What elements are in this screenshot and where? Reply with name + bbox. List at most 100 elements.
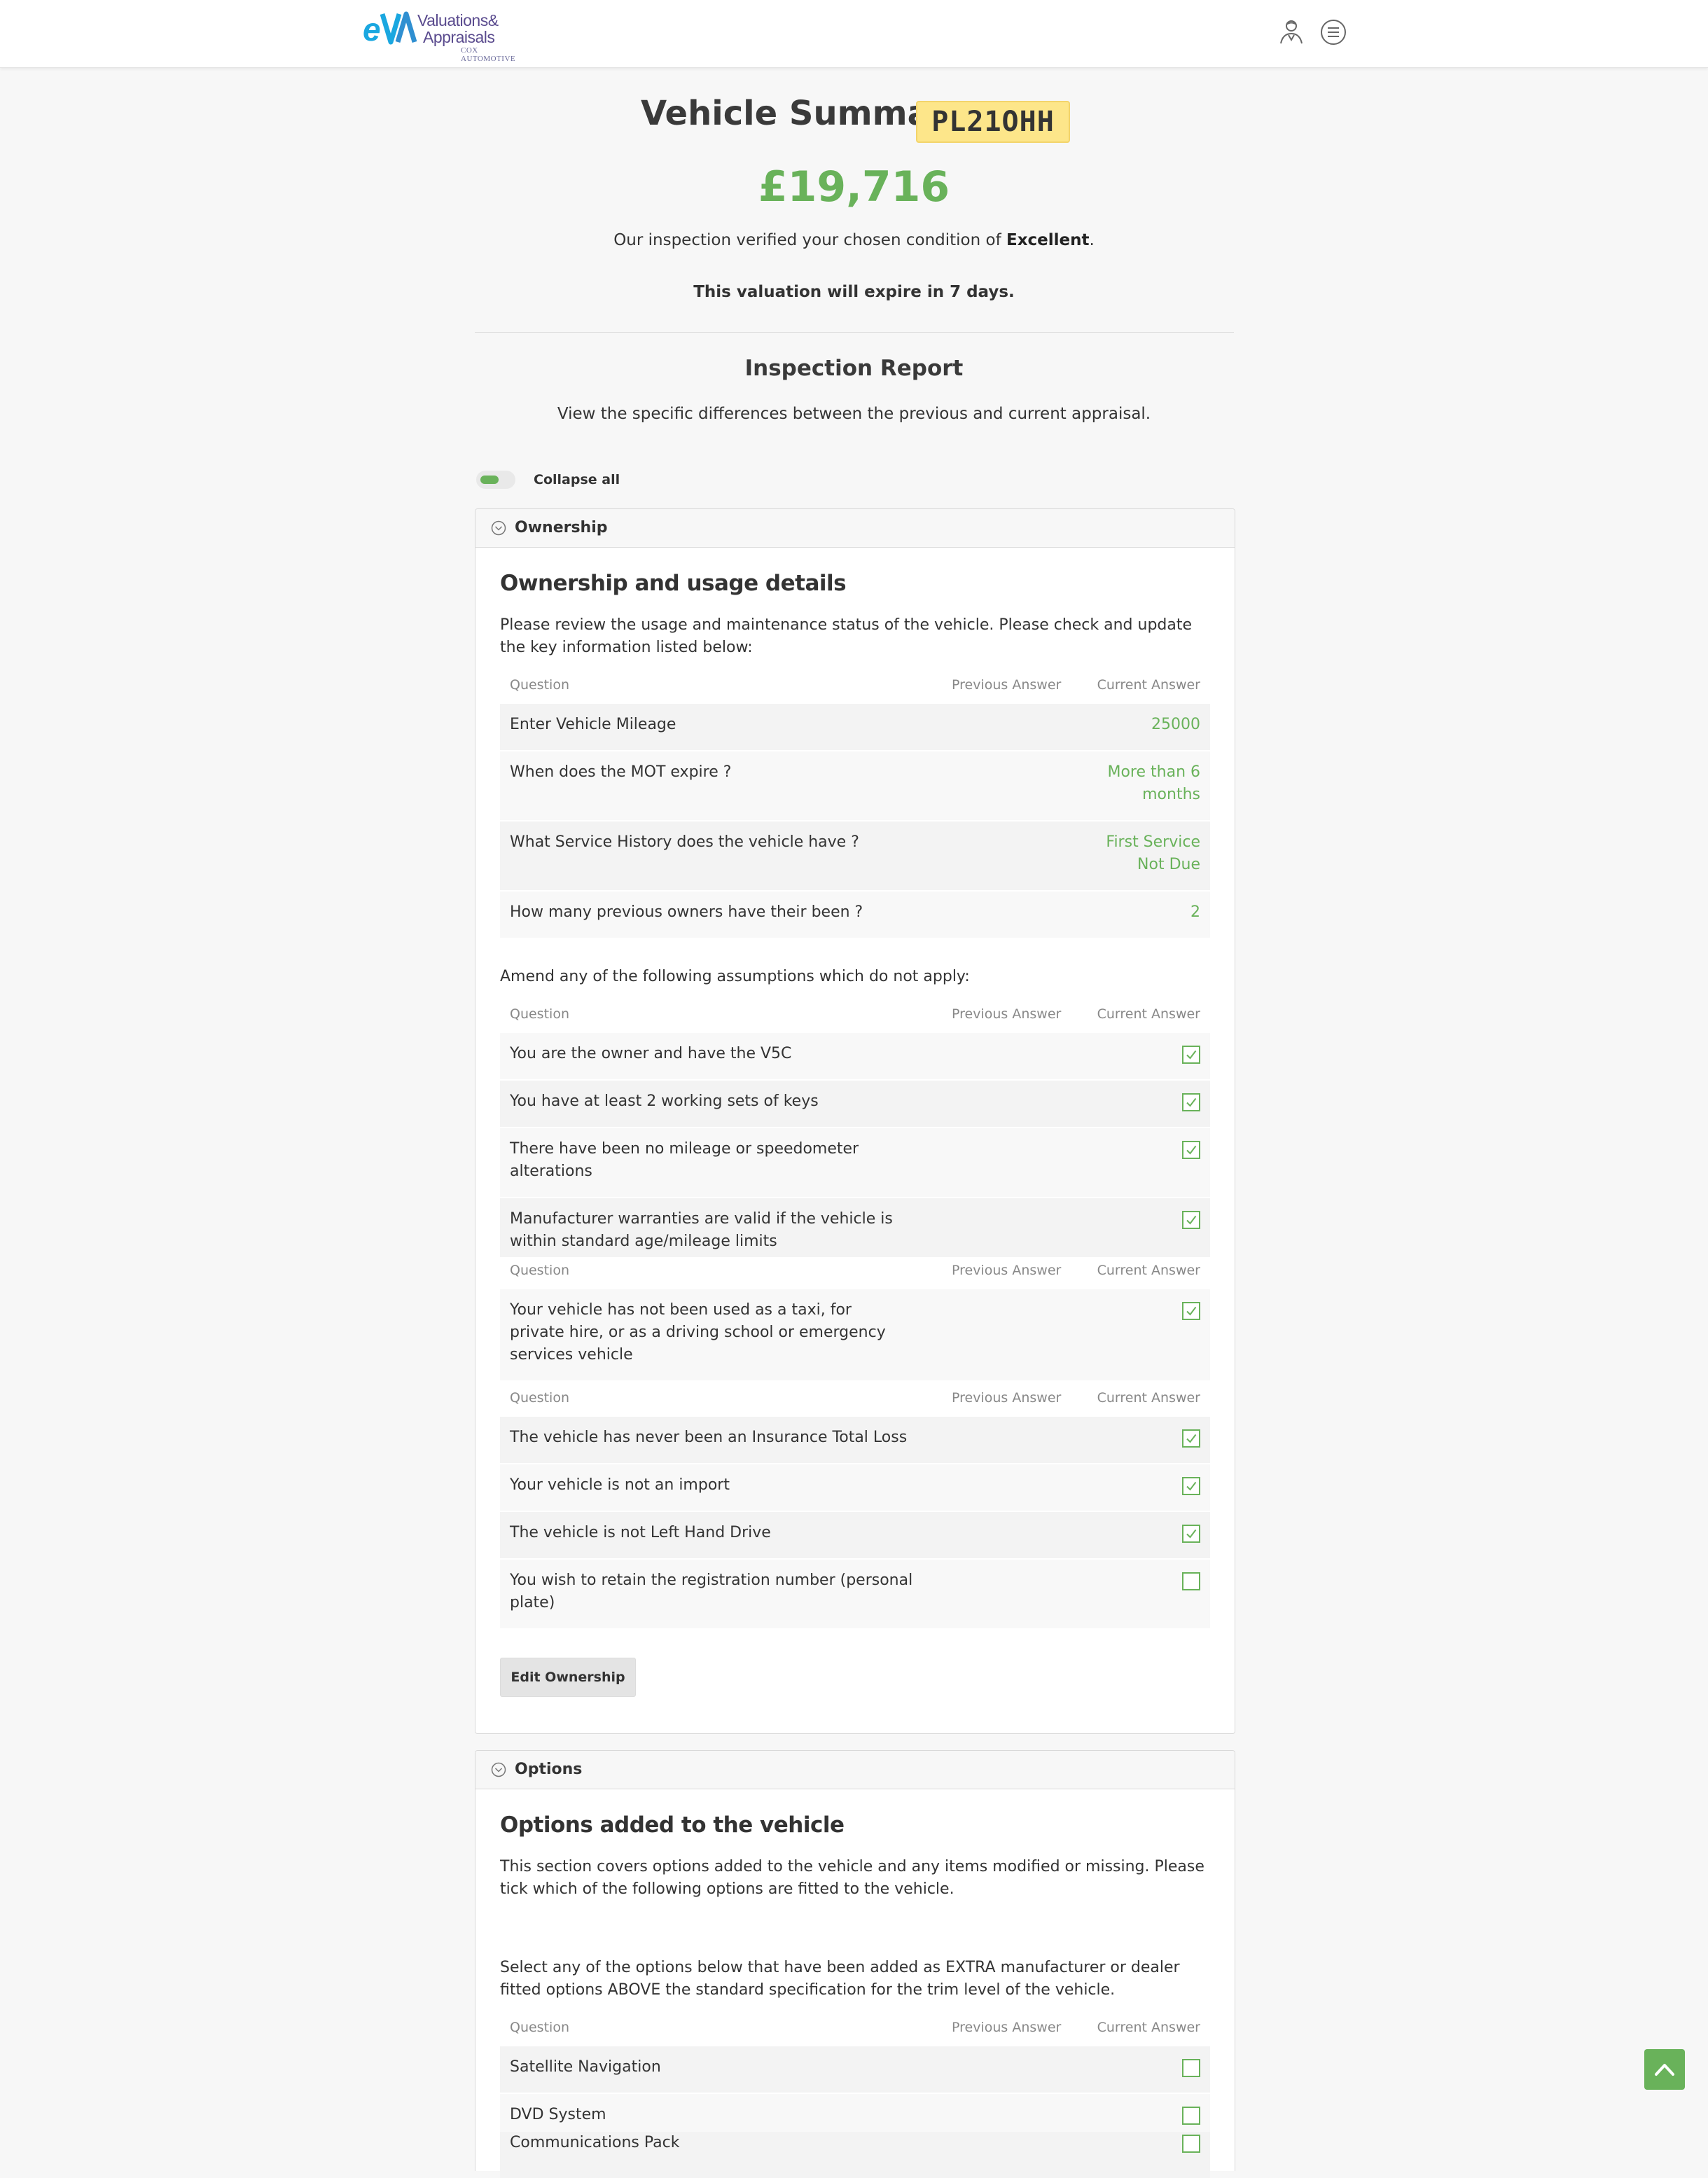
- row-question: There have been no mileage or speedomete…: [510, 1140, 859, 1180]
- check-icon: [1186, 1050, 1197, 1060]
- table-row: Satellite Navigation: [500, 2046, 1210, 2093]
- check-icon: [1186, 1097, 1197, 1107]
- table-row: You have at least 2 working sets of keys: [500, 1081, 1210, 1127]
- checkbox-unchecked[interactable]: [1182, 2059, 1200, 2077]
- report-title: Inspection Report: [744, 356, 964, 381]
- check-icon: [1186, 1306, 1197, 1316]
- checkbox-checked[interactable]: [1182, 1093, 1200, 1111]
- scroll-to-top-button[interactable]: [1644, 2049, 1685, 2090]
- table-row: You are the owner and have the V5C: [500, 1033, 1210, 1079]
- table-row: You wish to retain the registration numb…: [500, 1560, 1210, 1628]
- valuation-price: £19,716: [758, 162, 950, 211]
- options-select-intro: Select any of the options below that hav…: [500, 1959, 1180, 1999]
- svg-text:e: e: [363, 11, 381, 46]
- table-row: Communications Pack: [500, 2132, 1210, 2178]
- chevron-up-icon: [1655, 2064, 1674, 2076]
- row-current-answer: 2: [1190, 903, 1200, 921]
- table-row: How many previous owners have their been…: [500, 892, 1210, 938]
- registration-plate: PL21OHH: [916, 101, 1070, 143]
- table-row: There have been no mileage or speedomete…: [500, 1128, 1210, 1197]
- report-subtitle: View the specific differences between th…: [557, 405, 1151, 423]
- checkbox-checked[interactable]: [1182, 1141, 1200, 1159]
- header-previous: Previous Answer: [952, 1006, 1062, 1022]
- checkbox-checked[interactable]: [1182, 1046, 1200, 1064]
- condition-suffix: .: [1089, 231, 1095, 249]
- row-question: Your vehicle is not an import: [510, 1476, 730, 1494]
- top-navbar: e Valuations& Appraisals COX AUTOMOTIVE: [0, 0, 1708, 68]
- header-current: Current Answer: [1097, 1263, 1200, 1278]
- checkbox-checked[interactable]: [1182, 1525, 1200, 1543]
- header-current: Current Answer: [1097, 1390, 1200, 1406]
- checkbox-unchecked[interactable]: [1182, 1572, 1200, 1590]
- eva-logo[interactable]: e Valuations& Appraisals COX AUTOMOTIVE: [363, 8, 515, 63]
- options-panel: Options Options added to the vehicle Thi…: [475, 1750, 1235, 2178]
- row-current-answer: 25000: [1151, 716, 1200, 733]
- edit-ownership-button[interactable]: Edit Ownership: [500, 1658, 636, 1697]
- row-question: You are the owner and have the V5C: [510, 1045, 792, 1062]
- row-question: What Service History does the vehicle ha…: [510, 833, 859, 851]
- ownership-panel-label: Ownership: [515, 519, 608, 536]
- checkbox-unchecked[interactable]: [1182, 2135, 1200, 2153]
- check-icon: [1186, 1215, 1197, 1225]
- expiry-notice: This valuation will expire in 7 days.: [693, 283, 1015, 301]
- header-question: Question: [510, 1006, 569, 1022]
- condition-value: Excellent: [1006, 231, 1090, 249]
- checkbox-checked[interactable]: [1182, 1429, 1200, 1448]
- table-row: When does the MOT expire ? More than 6 m…: [500, 751, 1210, 820]
- options-intro: This section covers options added to the…: [500, 1858, 1204, 1898]
- row-question: You wish to retain the registration numb…: [510, 1572, 913, 1611]
- assumptions-intro: Amend any of the following assumptions w…: [500, 968, 970, 985]
- condition-prefix: Our inspection verified your chosen cond…: [613, 231, 1006, 249]
- user-icon[interactable]: [1277, 18, 1305, 46]
- options-panel-label: Options: [515, 1761, 583, 1778]
- ownership-panel-header[interactable]: Ownership: [475, 509, 1235, 548]
- checkbox-checked[interactable]: [1182, 1211, 1200, 1229]
- table-row: Your vehicle has not been used as a taxi…: [500, 1289, 1210, 1380]
- row-current-answer: More than 6 months: [1107, 763, 1200, 803]
- checkbox-checked[interactable]: [1182, 1302, 1200, 1320]
- header-current: Current Answer: [1097, 1006, 1200, 1022]
- divider: [475, 332, 1234, 333]
- collapse-all-toggle[interactable]: [476, 471, 515, 489]
- logo-text-cox: COX AUTOMOTIVE: [461, 46, 516, 63]
- table-header: Question Previous Answer Current Answer: [500, 672, 1210, 700]
- logo-text-valuations: Valuations&: [417, 11, 499, 29]
- table-header: Question Previous Answer Current Answer: [500, 1001, 1210, 1029]
- row-question: Enter Vehicle Mileage: [510, 716, 676, 733]
- menu-icon[interactable]: [1319, 18, 1347, 46]
- header-current: Current Answer: [1097, 2020, 1200, 2035]
- table-header: Question Previous Answer Current Answer: [500, 2014, 1210, 2042]
- header-question: Question: [510, 1263, 569, 1278]
- row-question: Satellite Navigation: [510, 2058, 661, 2076]
- ownership-section-title: Ownership and usage details: [500, 571, 847, 596]
- options-panel-header[interactable]: Options: [475, 1751, 1235, 1789]
- toggle-knob: [480, 476, 499, 484]
- table-row: Enter Vehicle Mileage 25000: [500, 704, 1210, 750]
- header-previous: Previous Answer: [952, 2020, 1062, 2035]
- header-previous: Previous Answer: [952, 677, 1062, 693]
- table-header: Question Previous Answer Current Answer: [500, 1257, 1210, 1285]
- row-question: When does the MOT expire ?: [510, 763, 732, 781]
- row-question: DVD System: [510, 2106, 606, 2123]
- table-row: The vehicle has never been an Insurance …: [500, 1417, 1210, 1463]
- table-header: Question Previous Answer Current Answer: [500, 1385, 1210, 1413]
- header-question: Question: [510, 2020, 569, 2035]
- row-question: The vehicle has never been an Insurance …: [510, 1429, 908, 1446]
- table-row: Your vehicle is not an import: [500, 1464, 1210, 1511]
- condition-text: Our inspection verified your chosen cond…: [0, 231, 1708, 249]
- table-row: Manufacturer warranties are valid if the…: [500, 1198, 1210, 1257]
- row-question: How many previous owners have their been…: [510, 903, 863, 921]
- check-icon: [1186, 1145, 1197, 1155]
- checkbox-checked[interactable]: [1182, 1477, 1200, 1495]
- row-question: Manufacturer warranties are valid if the…: [510, 1210, 893, 1250]
- row-question: You have at least 2 working sets of keys: [510, 1093, 819, 1110]
- summary-title-row: Vehicle Summary PL21OHH: [0, 90, 1708, 146]
- header-question: Question: [510, 1390, 569, 1406]
- chevron-down-icon: [491, 520, 506, 536]
- checkbox-unchecked[interactable]: [1182, 2107, 1200, 2125]
- options-section-title: Options added to the vehicle: [500, 1812, 845, 1838]
- row-question: Communications Pack: [510, 2134, 680, 2151]
- collapse-all-label: Collapse all: [534, 472, 620, 487]
- ownership-intro: Please review the usage and maintenance …: [500, 616, 1193, 656]
- header-question: Question: [510, 677, 569, 693]
